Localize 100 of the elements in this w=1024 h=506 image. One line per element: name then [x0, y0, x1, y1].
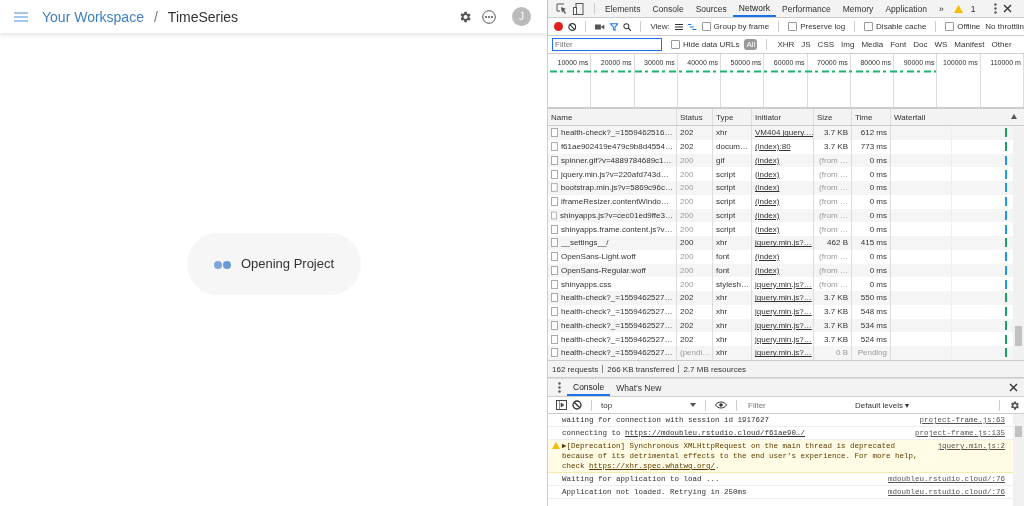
- table-cell[interactable]: health-check?_=1559462527…: [561, 334, 673, 344]
- column-header[interactable]: Type: [713, 109, 752, 125]
- kebab-menu-icon[interactable]: [994, 3, 997, 14]
- table-cell[interactable]: shinyapps.frame.content.js?v…: [561, 224, 673, 234]
- devtools-tab[interactable]: Memory: [836, 0, 880, 17]
- search-icon[interactable]: [623, 21, 632, 32]
- checkbox[interactable]: [788, 22, 798, 31]
- devtools-tab[interactable]: Sources: [689, 0, 733, 17]
- checkbox[interactable]: [701, 22, 711, 31]
- initiator-link[interactable]: (index): [755, 224, 780, 234]
- drawer-tab[interactable]: Console: [567, 379, 611, 396]
- type-filter-button[interactable]: WS: [933, 39, 949, 50]
- drawer-tab[interactable]: What's New: [610, 379, 668, 396]
- checkbox[interactable]: [864, 22, 874, 31]
- initiator-link[interactable]: (index):80: [755, 142, 791, 152]
- initiator-link[interactable]: jquery.min.js?…: [755, 238, 812, 248]
- table-cell[interactable]: iframeResizer.contentWindo…: [561, 197, 670, 207]
- camera-icon[interactable]: [595, 22, 605, 31]
- column-header[interactable]: Initiator: [752, 109, 814, 125]
- type-filter-button[interactable]: Doc: [912, 39, 929, 50]
- column-header[interactable]: Status: [677, 109, 713, 125]
- initiator-link[interactable]: jquery.min.js?…: [755, 320, 812, 330]
- initiator-link[interactable]: jquery.min.js?…: [755, 348, 812, 358]
- table-cell[interactable]: health-check?_=1559462527…: [561, 348, 673, 358]
- column-header[interactable]: Waterfall: [891, 109, 1024, 125]
- column-header[interactable]: Time: [852, 109, 891, 125]
- context-dropdown[interactable]: top: [601, 400, 696, 410]
- devtools-tab[interactable]: Performance: [776, 0, 837, 17]
- inspect-icon[interactable]: [556, 3, 567, 14]
- initiator-link[interactable]: (index): [755, 210, 780, 220]
- table-cell[interactable]: f61ae902419e479c9b8d4554…: [560, 142, 673, 152]
- table-cell[interactable]: OpenSans-Light.woff: [561, 252, 636, 262]
- more-tabs-button[interactable]: »: [932, 0, 950, 17]
- type-filter-button[interactable]: Other: [990, 39, 1013, 50]
- settings-icon[interactable]: [1009, 399, 1020, 411]
- initiator-link[interactable]: (index): [755, 265, 780, 275]
- column-header[interactable]: Size: [814, 109, 852, 125]
- initiator-link[interactable]: (index): [755, 252, 780, 262]
- clear-icon[interactable]: [568, 21, 577, 32]
- device-icon[interactable]: [573, 2, 584, 15]
- record-button[interactable]: [554, 22, 563, 31]
- initiator-link[interactable]: jquery.min.js?…: [755, 307, 812, 317]
- table-cell[interactable]: jquery.min.js?v=220afd743d…: [561, 169, 669, 179]
- table-cell[interactable]: __settings__/: [561, 238, 609, 248]
- checkbox-label: Offline: [957, 22, 981, 31]
- throttling-dropdown[interactable]: No throttlin: [985, 22, 1024, 31]
- warning-counter[interactable]: 1: [953, 3, 976, 14]
- settings-icon[interactable]: [458, 9, 472, 24]
- initiator-link[interactable]: jquery.min.js?…: [755, 279, 812, 289]
- devtools-tab[interactable]: Network: [732, 0, 776, 17]
- table-cell[interactable]: health-check?_=1559462527…: [561, 293, 673, 303]
- filter-input[interactable]: Filter: [552, 38, 662, 51]
- list-view-icon[interactable]: [674, 22, 684, 31]
- levels-dropdown[interactable]: Default levels ▾: [855, 400, 910, 410]
- type-filter-button[interactable]: Img: [840, 39, 856, 50]
- sidebar-toggle-icon[interactable]: [556, 400, 567, 410]
- type-filter-button[interactable]: XHR: [776, 39, 796, 50]
- table-cell[interactable]: bootstrap.min.js?v=5869c96c…: [560, 183, 673, 193]
- devtools-tab[interactable]: Application: [879, 0, 933, 17]
- project-title[interactable]: TimeSeries: [167, 8, 239, 25]
- initiator-link[interactable]: jquery.min.js?…: [755, 334, 812, 344]
- filter-icon[interactable]: [609, 21, 618, 32]
- initiator-link[interactable]: jquery.min.js?…: [755, 293, 812, 303]
- type-filter-button[interactable]: CSS: [816, 39, 836, 50]
- devtools-tab[interactable]: Console: [646, 0, 690, 17]
- type-filter-button[interactable]: Manifest: [953, 39, 986, 50]
- table-cell: 534 ms: [852, 318, 891, 333]
- table-cell[interactable]: health-check?_=1559462516…: [561, 128, 673, 138]
- initiator-link[interactable]: (index): [755, 155, 780, 165]
- initiator-link[interactable]: VM404 jquery.…: [755, 128, 813, 138]
- scrollbar[interactable]: [1013, 126, 1024, 360]
- table-cell[interactable]: spinner.gif?v=4889784689c1…: [561, 155, 672, 165]
- column-header[interactable]: Name: [548, 109, 677, 125]
- devtools-tab[interactable]: Elements: [599, 0, 647, 17]
- type-filter-button[interactable]: Font: [889, 39, 908, 50]
- table-cell[interactable]: shinyapps.js?v=cec01ed9ffe3…: [559, 210, 673, 220]
- clear-icon[interactable]: [572, 400, 582, 410]
- workspace-link[interactable]: Your Workspace: [42, 8, 144, 25]
- table-cell: xhr: [713, 304, 752, 319]
- checkbox[interactable]: [671, 40, 680, 49]
- table-cell: 202: [677, 126, 713, 140]
- kebab-menu-icon[interactable]: [558, 382, 561, 393]
- table-cell[interactable]: OpenSans-Regular.woff: [561, 265, 646, 275]
- close-icon[interactable]: [1009, 383, 1018, 392]
- waterfall-view-icon[interactable]: [688, 22, 697, 31]
- scrollbar[interactable]: [1013, 414, 1024, 506]
- table-cell: 200: [677, 181, 713, 195]
- table-cell[interactable]: health-check?_=1559462527…: [561, 320, 673, 330]
- initiator-link[interactable]: (index): [755, 169, 780, 179]
- type-filter-button[interactable]: JS: [800, 39, 812, 50]
- more-icon[interactable]: [482, 9, 496, 24]
- checkbox[interactable]: [945, 22, 955, 31]
- type-filter-button[interactable]: Media: [860, 39, 885, 50]
- table-cell[interactable]: shinyapps.css: [561, 279, 612, 289]
- initiator-link[interactable]: (index): [755, 197, 780, 207]
- table-cell: xhr: [713, 346, 752, 360]
- close-icon[interactable]: [1003, 4, 1012, 13]
- table-cell[interactable]: health-check?_=1559462527…: [561, 307, 673, 317]
- initiator-link[interactable]: (index): [755, 183, 780, 193]
- eye-icon[interactable]: [715, 401, 727, 409]
